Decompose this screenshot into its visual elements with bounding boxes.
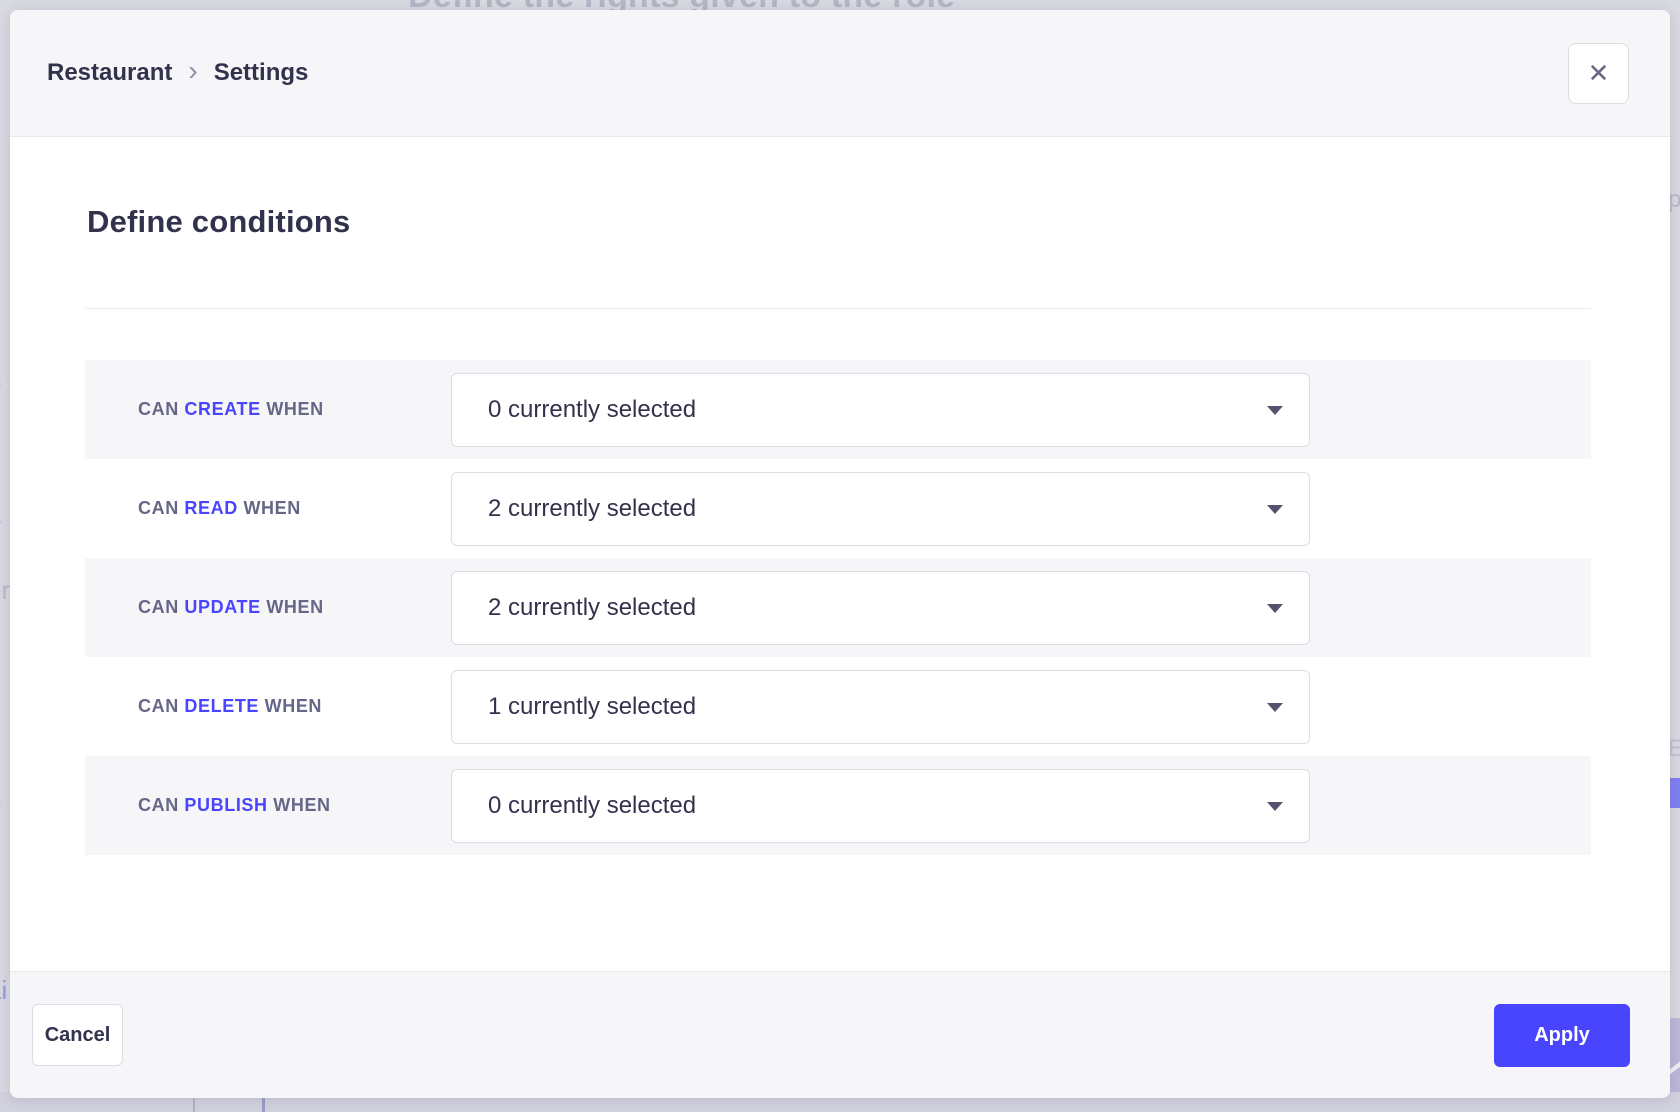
condition-row-update: CAN UPDATE WHEN 2 currently selected bbox=[85, 558, 1591, 657]
chevron-down-icon bbox=[1267, 802, 1283, 811]
conditions-list: CAN CREATE WHEN 0 currently selected CAN… bbox=[85, 360, 1591, 855]
modal-header: Restaurant › Settings ✕ bbox=[10, 10, 1670, 137]
select-value: 2 currently selected bbox=[488, 594, 696, 622]
label-action: UPDATE bbox=[184, 597, 260, 617]
label-action: READ bbox=[184, 498, 237, 518]
label-prefix: CAN bbox=[138, 696, 179, 716]
label-prefix: CAN bbox=[138, 498, 179, 518]
background-text-fragment: p bbox=[0, 788, 1, 819]
condition-label: CAN PUBLISH WHEN bbox=[85, 795, 451, 816]
background-element-fragment bbox=[1670, 778, 1680, 808]
condition-label: CAN DELETE WHEN bbox=[85, 696, 451, 717]
label-prefix: CAN bbox=[138, 597, 179, 617]
apply-button[interactable]: Apply bbox=[1494, 1004, 1630, 1067]
chevron-down-icon bbox=[1267, 604, 1283, 613]
select-value: 2 currently selected bbox=[488, 495, 696, 523]
condition-row-delete: CAN DELETE WHEN 1 currently selected bbox=[85, 657, 1591, 756]
select-value: 0 currently selected bbox=[488, 792, 696, 820]
label-prefix: CAN bbox=[138, 399, 179, 419]
label-action: PUBLISH bbox=[184, 795, 267, 815]
label-suffix: WHEN bbox=[243, 498, 300, 518]
label-action: DELETE bbox=[184, 696, 259, 716]
update-conditions-select[interactable]: 2 currently selected bbox=[451, 571, 1310, 645]
label-prefix: CAN bbox=[138, 795, 179, 815]
background-text-fragment: d bbox=[0, 228, 1, 259]
delete-conditions-select[interactable]: 1 currently selected bbox=[451, 670, 1310, 744]
condition-label: CAN READ WHEN bbox=[85, 498, 451, 519]
breadcrumb: Restaurant › Settings bbox=[47, 57, 308, 89]
background-element-fragment bbox=[1670, 1018, 1680, 1092]
label-action: CREATE bbox=[184, 399, 260, 419]
select-value: 1 currently selected bbox=[488, 693, 696, 721]
divider bbox=[85, 308, 1591, 309]
modal-body: Define conditions CAN CREATE WHEN 0 curr… bbox=[10, 138, 1670, 971]
label-suffix: WHEN bbox=[265, 696, 322, 716]
label-suffix: WHEN bbox=[266, 597, 323, 617]
condition-label: CAN CREATE WHEN bbox=[85, 399, 451, 420]
background-table-border bbox=[193, 1098, 195, 1112]
define-conditions-modal: Restaurant › Settings ✕ Define condition… bbox=[10, 10, 1670, 1098]
background-text-fragment: u bbox=[0, 645, 1, 676]
close-button[interactable]: ✕ bbox=[1568, 43, 1629, 104]
breadcrumb-root: Restaurant bbox=[47, 59, 172, 87]
background-text-fragment: ai bbox=[0, 975, 7, 1006]
chevron-down-icon bbox=[1267, 505, 1283, 514]
dialog-title: Define conditions bbox=[87, 204, 350, 240]
publish-conditions-select[interactable]: 0 currently selected bbox=[451, 769, 1310, 843]
condition-row-read: CAN READ WHEN 2 currently selected bbox=[85, 459, 1591, 558]
background-table-border bbox=[262, 1098, 265, 1112]
create-conditions-select[interactable]: 0 currently selected bbox=[451, 373, 1310, 447]
background-text-fragment: g bbox=[0, 298, 1, 329]
chevron-down-icon bbox=[1267, 703, 1283, 712]
close-icon: ✕ bbox=[1588, 58, 1610, 89]
background-text-fragment: er bbox=[0, 575, 10, 606]
breadcrumb-current: Settings bbox=[214, 59, 309, 87]
label-suffix: WHEN bbox=[273, 795, 330, 815]
chevron-right-icon: › bbox=[188, 57, 197, 89]
condition-label: CAN UPDATE WHEN bbox=[85, 597, 451, 618]
condition-row-publish: CAN PUBLISH WHEN 0 currently selected bbox=[85, 756, 1591, 855]
select-value: 0 currently selected bbox=[488, 396, 696, 424]
label-suffix: WHEN bbox=[266, 399, 323, 419]
condition-row-create: CAN CREATE WHEN 0 currently selected bbox=[85, 360, 1591, 459]
background-text-fragment: e bbox=[0, 506, 1, 537]
background-text-fragment: o bbox=[0, 368, 1, 399]
modal-footer: Cancel Apply bbox=[10, 971, 1670, 1098]
cancel-button[interactable]: Cancel bbox=[32, 1004, 123, 1066]
chevron-down-icon bbox=[1267, 406, 1283, 415]
read-conditions-select[interactable]: 2 currently selected bbox=[451, 472, 1310, 546]
